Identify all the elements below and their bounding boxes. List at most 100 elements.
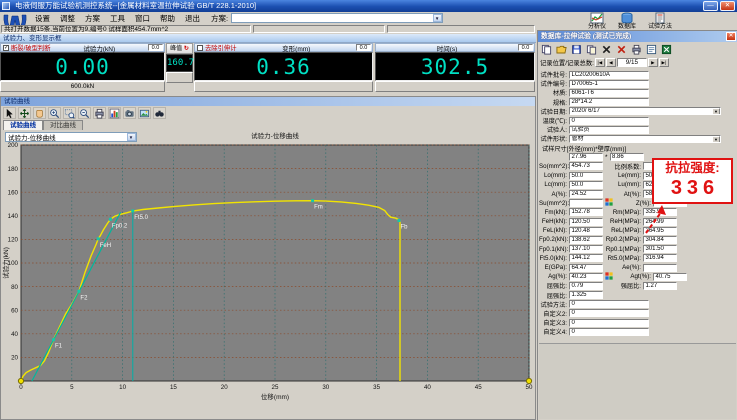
panel-close-icon[interactable]: ✕ <box>726 32 736 41</box>
menu-item[interactable]: 窗口 <box>130 13 155 24</box>
calc-icon[interactable] <box>605 198 613 208</box>
field-input[interactable]: 0 <box>569 328 649 336</box>
camera-icon[interactable] <box>123 107 136 119</box>
del-x-icon[interactable] <box>600 44 613 56</box>
field-input[interactable]: 24.52 <box>569 190 603 198</box>
pages-icon[interactable] <box>585 44 598 56</box>
menu-item[interactable]: 方案 <box>80 13 105 24</box>
field-input[interactable]: D70065-1 <box>569 80 649 88</box>
test-method-button[interactable]: 试验方法 <box>644 12 676 32</box>
first-record-button[interactable]: |◀ <box>595 58 605 67</box>
tab-compare-curve[interactable]: 对比曲线 <box>43 120 83 130</box>
field-input[interactable]: 27.96 <box>569 153 603 161</box>
print-icon[interactable] <box>630 44 643 56</box>
curve-plot-svg[interactable]: 2040608010012014016018020005101520253035… <box>1 141 537 409</box>
preview-icon[interactable] <box>645 44 658 56</box>
field-input[interactable]: 0 <box>569 117 649 125</box>
svg-text:5: 5 <box>70 384 74 391</box>
field-input[interactable]: 0.79 <box>569 282 603 290</box>
menu-item[interactable]: 设置 <box>30 13 55 24</box>
field-dropdown[interactable]: 管材▼ <box>569 135 721 143</box>
chevron-down-icon[interactable]: ▼ <box>712 136 720 143</box>
peak-reset-icon[interactable]: ↻ <box>184 46 189 52</box>
peak-label-box: 峰值 ↻ <box>166 43 193 54</box>
field-label: Su(mm^2): <box>539 200 569 207</box>
field-input[interactable]: 120.48 <box>569 227 603 235</box>
menu-item[interactable]: 帮助 <box>155 13 180 24</box>
svg-text:0: 0 <box>19 384 23 391</box>
remove-extensometer-checkbox[interactable] <box>197 45 203 51</box>
field-input[interactable]: 64.47 <box>569 264 603 272</box>
svg-text:200: 200 <box>8 142 19 149</box>
field-input[interactable]: 试验员 <box>569 126 649 134</box>
prev-record-button[interactable]: ◀ <box>606 58 616 67</box>
field-input[interactable]: 50.0 <box>569 172 603 180</box>
field-input[interactable]: 50.0 <box>569 181 603 189</box>
chart-icon[interactable] <box>108 107 121 119</box>
field-input[interactable]: 1.325 <box>569 291 603 299</box>
field-input[interactable]: 301.50 <box>643 245 677 253</box>
svg-text:Fb: Fb <box>400 225 408 231</box>
field-input[interactable]: 6061-T6 <box>569 89 649 97</box>
svg-text:F1: F1 <box>55 344 63 350</box>
field-label: At(%): <box>603 191 643 198</box>
field-label: 试件编号: <box>539 79 569 88</box>
hand-icon[interactable] <box>33 107 46 119</box>
image-icon[interactable] <box>138 107 151 119</box>
scheme-combobox[interactable]: ▼ <box>231 13 443 23</box>
tab-test-curve[interactable]: 试验曲线 <box>3 120 43 130</box>
field-input[interactable]: 28*14.2 <box>569 98 649 106</box>
field-input[interactable]: 137.10 <box>569 245 603 253</box>
field-input[interactable]: 454.73 <box>569 162 603 170</box>
copy-icon[interactable] <box>540 44 553 56</box>
pan-icon[interactable] <box>18 107 31 119</box>
close-button[interactable]: ✕ <box>720 1 735 11</box>
field-input[interactable]: 1.27 <box>643 282 677 290</box>
field-input[interactable]: 8.86 <box>610 153 644 161</box>
svg-text:30: 30 <box>322 384 329 391</box>
minimize-button[interactable]: — <box>703 1 718 11</box>
binoculars-icon[interactable] <box>153 107 166 119</box>
zoom-out-icon[interactable] <box>78 107 91 119</box>
field-input[interactable] <box>569 199 603 207</box>
break-judge-checkbox[interactable]: ✓ <box>3 45 9 51</box>
database-button[interactable]: 数据库 <box>614 12 640 32</box>
form-row: Fp0.1(kN):137.10Rp0.1(MPa):301.50 <box>539 245 737 254</box>
next-record-button[interactable]: ▶ <box>648 58 658 67</box>
field-input[interactable]: 120.50 <box>569 218 603 226</box>
time-display: 302.5 <box>375 52 535 81</box>
field-label: 规格: <box>539 98 569 107</box>
open-icon[interactable] <box>555 44 568 56</box>
zoom-in-icon[interactable] <box>48 107 61 119</box>
field-input[interactable]: 0 <box>569 300 649 308</box>
chevron-down-icon[interactable]: ▼ <box>433 14 442 22</box>
field-input[interactable] <box>643 264 677 272</box>
save-icon[interactable] <box>570 44 583 56</box>
excel-icon[interactable] <box>660 44 673 56</box>
form-row: 试验方法:0 <box>539 300 737 309</box>
print-icon[interactable] <box>93 107 106 119</box>
field-input[interactable]: LC20200610A <box>569 71 649 79</box>
field-dropdown[interactable]: 2020/ 6/17▼ <box>569 107 721 115</box>
record-index-field[interactable]: 9/15 <box>617 58 647 67</box>
field-input[interactable]: 0 <box>569 319 649 327</box>
field-input[interactable]: 40.75 <box>653 273 687 281</box>
menu-item[interactable]: 调整 <box>55 13 80 24</box>
chevron-down-icon[interactable]: ▼ <box>712 108 720 115</box>
field-input[interactable]: 316.94 <box>643 254 677 262</box>
chart-title: 试验力-位移曲线 <box>21 130 529 140</box>
zoom-win-icon[interactable] <box>63 107 76 119</box>
form-row: Ag(%):40.23Agt(%):40.75 <box>539 272 737 281</box>
cut-x-icon[interactable] <box>615 44 628 56</box>
field-input[interactable]: 138.62 <box>569 236 603 244</box>
cursor-icon[interactable] <box>3 107 16 119</box>
menu-item[interactable]: 工具 <box>105 13 130 24</box>
last-record-button[interactable]: ▶| <box>659 58 669 67</box>
field-input[interactable]: 144.12 <box>569 254 603 262</box>
menu-item[interactable]: 退出 <box>180 13 205 24</box>
time-footer <box>375 81 535 92</box>
field-input[interactable]: 0 <box>569 309 649 317</box>
field-input[interactable]: 152.78 <box>569 208 603 216</box>
calc-icon[interactable] <box>605 272 613 282</box>
field-input[interactable]: 40.23 <box>569 273 603 281</box>
